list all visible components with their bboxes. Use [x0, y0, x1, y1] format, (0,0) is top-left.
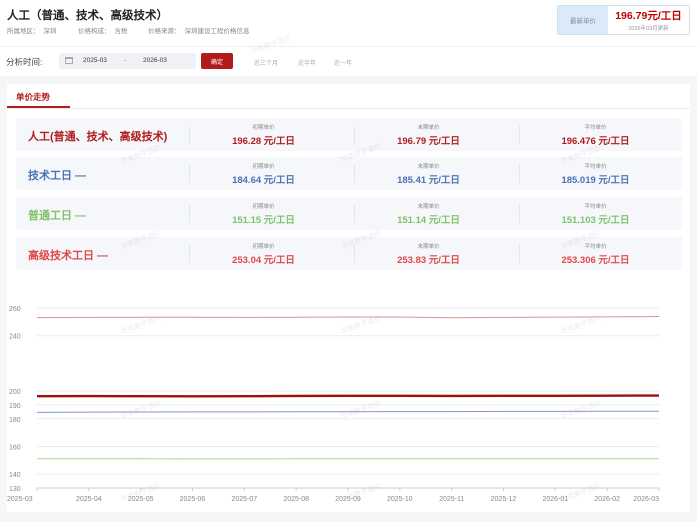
series-line-1 — [36, 410, 660, 413]
analysis-time-label: 分析时间: — [6, 57, 43, 67]
summary-row: 高级技术工日 — 初期单价 253.04 元/工日 末期单价 253.83 元/工日 平均… — [16, 237, 682, 270]
summary-cell: 末期单价 196.79 元/工日 — [346, 118, 511, 151]
page-title: 人工（普通、技术、高级技术） — [7, 10, 168, 22]
latest-price-value: 196.79元/工日 — [615, 10, 682, 22]
tab-divider — [7, 108, 690, 109]
price-trend-chart: 130 140 160 180 190 200 240 260 2025-03 2025-04 20… — [7, 282, 690, 512]
summary-cell: 初期单价 196.28 元/工日 — [181, 118, 346, 151]
series-line-0 — [36, 394, 660, 398]
y-tick-label: 140 — [9, 472, 21, 479]
summary-cell: 平均单价 151.103 元/工日 — [513, 197, 678, 230]
summary-cell-label: 初期单价 — [252, 204, 275, 210]
y-tick-label: 160 — [9, 444, 21, 451]
meta-composition: 价格构成： 含税 — [78, 28, 128, 35]
summary-cell: 末期单价 185.41 元/工日 — [346, 157, 511, 190]
latest-price-date: 2026年03月更新 — [628, 26, 669, 32]
y-tick-label: 240 — [9, 334, 21, 341]
summary-cell-value: 196.476 元/工日 — [561, 136, 630, 147]
summary-cell-value: 253.04 元/工日 — [232, 255, 295, 266]
meta-source: 价格来源： 深圳建设工程价格信息 — [148, 28, 250, 35]
confirm-button[interactable]: 确定 — [201, 53, 233, 69]
summary-cell-value: 196.28 元/工日 — [232, 136, 295, 147]
y-tick-label: 260 — [9, 306, 21, 313]
x-tick-label: 2025-10 — [387, 496, 413, 503]
summary-cell-value: 151.14 元/工日 — [397, 215, 460, 226]
x-tick-label: 2025-12 — [491, 496, 517, 503]
x-tick-label: 2026-01 — [542, 496, 568, 503]
summary-cell: 平均单价 196.476 元/工日 — [513, 118, 678, 151]
summary-cell: 初期单价 151.15 元/工日 — [181, 197, 346, 230]
y-tick-label: 180 — [9, 417, 21, 424]
x-tick-label: 2025-04 — [76, 496, 102, 503]
latest-price-label: 最新单价 — [558, 6, 608, 34]
x-tick-label: 2025-08 — [283, 496, 309, 503]
summary-cell-label: 平均单价 — [584, 204, 607, 210]
summary-cell-label: 末期单价 — [417, 204, 440, 210]
page-header: 人工（普通、技术、高级技术） 所属地区： 深圳 价格构成： 含税 价格来源： 深圳建设… — [0, 0, 697, 46]
price-trend-panel: 单价走势 人工(普通、技术、高级技术) 初期单价 196.28 元/工日 末期单价 19… — [7, 84, 690, 512]
summary-cell-value: 196.79 元/工日 — [397, 136, 460, 147]
summary-cell-label: 末期单价 — [417, 164, 440, 170]
summary-row: 普通工日 — 初期单价 151.15 元/工日 末期单价 151.14 元/工日 平均单价… — [16, 197, 682, 230]
meta-region: 所属地区： 深圳 — [7, 28, 57, 35]
summary-cell: 末期单价 151.14 元/工日 — [346, 197, 511, 230]
analysis-toolbar: 分析时间: 2025-03 - 2026-03 确定 近三个月 近半年 近一年 — [0, 46, 697, 76]
summary-cell-label: 末期单价 — [417, 125, 440, 131]
summary-row-name: 技术工日 — — [28, 170, 87, 182]
calendar-icon — [65, 57, 73, 64]
summary-row: 人工(普通、技术、高级技术) 初期单价 196.28 元/工日 末期单价 196.79 … — [16, 118, 682, 151]
summary-cell: 平均单价 253.306 元/工日 — [513, 237, 678, 270]
summary-cell-label: 平均单价 — [584, 125, 607, 131]
date-from[interactable]: 2025-03 — [83, 57, 107, 64]
latest-price-card: 最新单价 196.79元/工日 2026年03月更新 — [557, 5, 690, 35]
summary-row-name: 人工(普通、技术、高级技术) — [28, 131, 168, 143]
x-tick-label: 2025-11 — [439, 496, 464, 503]
quick-range-half-year[interactable]: 近半年 — [298, 58, 316, 67]
summary-cell-value: 253.83 元/工日 — [397, 255, 460, 266]
summary-cell-value: 151.103 元/工日 — [561, 215, 630, 226]
summary-cell: 平均单价 185.019 元/工日 — [513, 157, 678, 190]
summary-cell-label: 初期单价 — [252, 164, 275, 170]
summary-cell: 初期单价 253.04 元/工日 — [181, 237, 346, 270]
summary-cell-value: 184.64 元/工日 — [232, 175, 295, 186]
x-tick-label: 2025-07 — [231, 496, 257, 503]
y-tick-label: 130 — [9, 486, 21, 493]
summary-cell-label: 平均单价 — [584, 244, 607, 250]
summary-cell: 末期单价 253.83 元/工日 — [346, 237, 511, 270]
x-tick-label: 2025-09 — [335, 496, 361, 503]
series-line-3 — [36, 316, 660, 319]
summary-row-name: 普通工日 — — [28, 210, 87, 222]
chart-svg: 130 140 160 180 190 200 240 260 2025-03 2025-04 20… — [7, 306, 660, 503]
quick-range-1-year[interactable]: 近一年 — [334, 58, 352, 67]
summary-cell-label: 初期单价 — [252, 244, 275, 250]
summary-row: 技术工日 — 初期单价 184.64 元/工日 末期单价 185.41 元/工日 平均单价… — [16, 157, 682, 190]
summary-cell-value: 253.306 元/工日 — [561, 255, 630, 266]
date-range-picker[interactable]: 2025-03 - 2026-03 — [59, 53, 196, 69]
summary-cell-label: 末期单价 — [417, 244, 440, 250]
tab-price-trend[interactable]: 单价走势 — [16, 91, 50, 103]
summary-cell-value: 151.15 元/工日 — [232, 215, 295, 226]
summary-cell-label: 平均单价 — [584, 164, 607, 170]
x-tick-label: 2026-02 — [594, 496, 620, 503]
summary-cell-label: 初期单价 — [252, 125, 275, 131]
x-tick-label: 2025-03 — [7, 496, 33, 503]
summary-row-name: 高级技术工日 — — [28, 250, 109, 262]
summary-cell-value: 185.41 元/工日 — [397, 175, 460, 186]
y-tick-label: 190 — [9, 403, 21, 410]
x-tick-label: 2025-06 — [180, 496, 206, 503]
date-separator: - — [124, 57, 127, 64]
summary-cell-value: 185.019 元/工日 — [561, 175, 630, 186]
quick-range-3-months[interactable]: 近三个月 — [254, 58, 278, 67]
x-tick-label: 2025-05 — [128, 496, 154, 503]
y-tick-label: 200 — [9, 389, 21, 396]
summary-cell: 初期单价 184.64 元/工日 — [181, 157, 346, 190]
x-tick-label: 2026-03 — [633, 496, 659, 503]
date-to[interactable]: 2026-03 — [143, 57, 167, 64]
